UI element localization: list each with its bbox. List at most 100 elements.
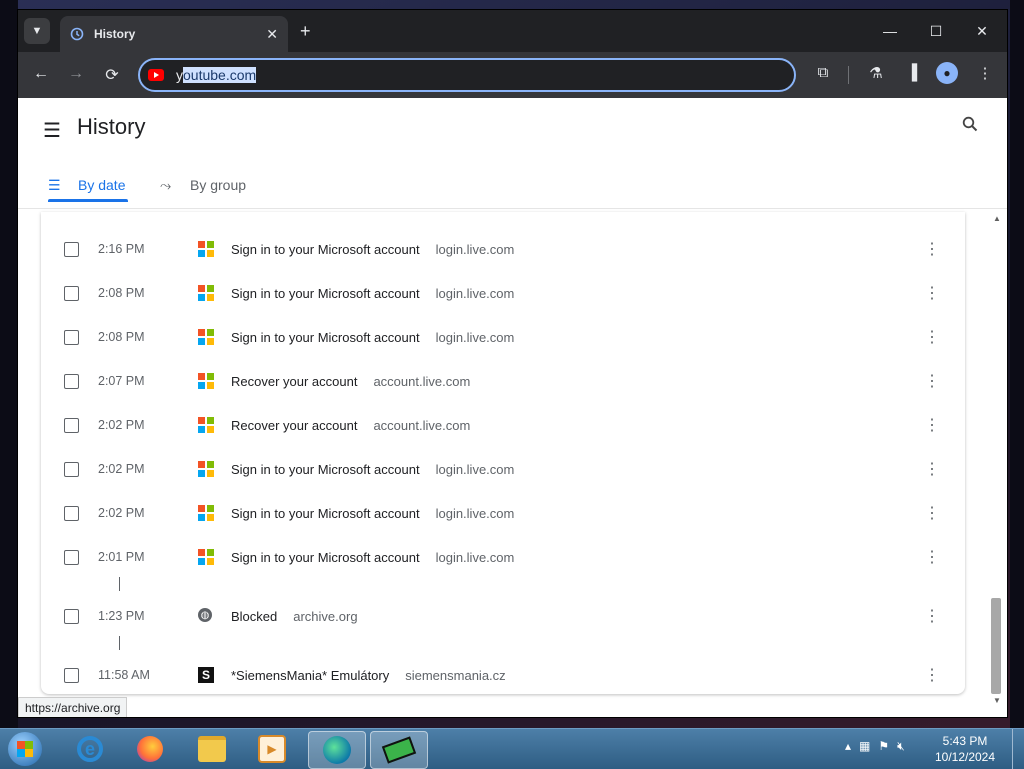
address-bar[interactable]: youtube.com [138,58,796,92]
close-window-button[interactable]: ✕ [962,18,1002,44]
network-icon[interactable]: ▦ [859,739,870,754]
row-title: Sign in to your Microsoft account [231,461,420,477]
row-more-actions-icon[interactable]: ⋮ [924,665,940,685]
row-more-actions-icon[interactable]: ⋮ [924,503,940,523]
scrollbar-thumb[interactable] [991,598,1001,694]
search-icon[interactable] [962,116,978,137]
row-title-link[interactable]: Sign in to your Microsoft account login.l… [231,462,514,477]
row-more-actions-icon[interactable]: ⋮ [924,459,940,479]
row-title: Sign in to your Microsoft account [231,241,420,257]
history-row[interactable]: 2:16 PM Sign in to your Microsoft account… [41,227,965,271]
row-more-actions-icon[interactable]: ⋮ [924,239,940,259]
row-more-actions-icon[interactable]: ⋮ [924,327,940,347]
row-more-actions-icon[interactable]: ⋮ [924,371,940,391]
volume-muted-icon[interactable]: 🔇︎ [897,739,905,754]
page-title: History [77,114,146,139]
taskbar-edge[interactable] [308,731,366,769]
row-title-link[interactable]: Sign in to your Microsoft account login.l… [231,286,514,301]
tray-expand-icon[interactable]: ▴ [845,739,851,754]
tab-history[interactable]: History ✕ [60,16,288,52]
more-menu-icon[interactable]: ⋮ [974,64,996,82]
row-title-link[interactable]: Recover your account account.live.com [231,374,470,389]
row-title-link[interactable]: Sign in to your Microsoft account login.l… [231,550,514,565]
history-row[interactable]: 2:01 PM Sign in to your Microsoft account… [41,535,965,579]
row-title-link[interactable]: *SiemensMania* Emulátory siemensmania.cz [231,668,506,683]
row-checkbox[interactable] [64,461,79,477]
row-checkbox[interactable] [64,241,79,257]
clock-time: 5:43 PM [942,734,988,748]
history-row[interactable]: 2:02 PM Sign in to your Microsoft account… [41,447,965,491]
forward-arrow-icon[interactable]: → [65,65,87,83]
new-tab-button[interactable]: + [300,21,311,42]
scroll-down-arrow-icon[interactable]: ▼ [993,696,1001,705]
row-checkbox[interactable] [64,608,79,624]
title-bar: ▼ History ✕ + — ☐ ✕ [18,10,1007,52]
start-button[interactable] [8,732,42,766]
minimize-button[interactable]: — [870,18,910,44]
history-row[interactable]: 2:07 PM Recover your account account.live.… [41,359,965,403]
row-checkbox[interactable] [64,417,79,433]
row-title-link[interactable]: Blocked archive.org [231,609,358,624]
maximize-button[interactable]: ☐ [916,18,956,44]
firefox-icon [137,736,163,762]
history-row[interactable]: 2:02 PM Sign in to your Microsoft account… [41,491,965,535]
row-domain: siemensmania.cz [405,667,506,683]
row-domain: account.live.com [373,373,471,389]
row-more-actions-icon[interactable]: ⋮ [924,415,940,435]
taskbar-firefox[interactable] [122,731,178,767]
row-checkbox[interactable] [64,549,79,565]
tab-search-button[interactable]: ▼ [24,18,50,44]
row-time: 2:02 PM [98,506,145,520]
media-player-icon: ▶ [258,735,286,763]
row-more-actions-icon[interactable]: ⋮ [924,283,940,303]
row-time: 11:58 AM [98,668,150,682]
profile-avatar-icon[interactable]: ● [936,62,958,84]
row-title-link[interactable]: Sign in to your Microsoft account login.l… [231,242,514,257]
row-title: Recover your account [231,373,358,389]
row-title-link[interactable]: Sign in to your Microsoft account login.l… [231,506,514,521]
row-title: Sign in to your Microsoft account [231,549,420,565]
system-tray: ▴ ▦ ⚑ 🔇︎ [845,739,905,754]
show-desktop-button[interactable] [1012,729,1024,769]
address-text[interactable]: youtube.com [176,67,257,83]
microsoft-logo-icon [198,417,214,433]
tab-by-group[interactable]: ⤳ By group [160,168,246,202]
hamburger-menu-icon[interactable]: ☰ [43,118,61,143]
history-row[interactable]: 2:08 PM Sign in to your Microsoft account… [41,315,965,359]
action-center-flag-icon[interactable]: ⚑ [878,739,889,754]
toolbar-divider [848,66,849,84]
edge-icon [323,736,351,764]
row-checkbox[interactable] [64,667,79,683]
row-checkbox[interactable] [64,373,79,389]
row-more-actions-icon[interactable]: ⋮ [924,606,940,626]
side-panel-icon[interactable]: ▐ [901,64,923,81]
extensions-icon[interactable]: ⧉ [812,64,834,81]
row-domain: login.live.com [435,549,515,565]
close-tab-icon[interactable]: ✕ [266,26,278,43]
row-checkbox[interactable] [64,285,79,301]
history-row[interactable]: 11:58 AM S *SiemensMania* Emulátory siemens… [41,653,965,697]
row-more-actions-icon[interactable]: ⋮ [924,547,940,567]
row-checkbox[interactable] [64,505,79,521]
row-title: Recover your account [231,417,358,433]
row-domain: login.live.com [435,285,515,301]
row-checkbox[interactable] [64,329,79,345]
history-row[interactable]: 2:08 PM Sign in to your Microsoft account… [41,271,965,315]
taskbar-clock[interactable]: 5:43 PM 10/12/2024 [930,733,1000,765]
chevron-down-icon: ▼ [31,25,43,37]
history-row[interactable]: 2:02 PM Recover your account account.live.… [41,403,965,447]
taskbar-media-player[interactable]: ▶ [244,731,300,767]
tab-by-date[interactable]: ☰ By date [48,168,125,202]
taskbar-file-explorer[interactable] [184,731,240,767]
reload-icon[interactable]: ⟳ [101,65,123,85]
back-arrow-icon[interactable]: ← [30,65,52,83]
row-time: 2:08 PM [98,286,145,300]
row-title-link[interactable]: Recover your account account.live.com [231,418,470,433]
scroll-up-arrow-icon[interactable]: ▲ [993,214,1001,223]
row-title-link[interactable]: Sign in to your Microsoft account login.l… [231,330,514,345]
taskbar-app[interactable] [370,731,428,769]
labs-flask-icon[interactable]: ⚗ [865,64,887,82]
history-icon [70,27,84,41]
history-row[interactable]: 1:23 PM ◍ Blocked archive.org ⋮ [41,594,965,638]
taskbar-internet-explorer[interactable]: e [62,731,118,767]
